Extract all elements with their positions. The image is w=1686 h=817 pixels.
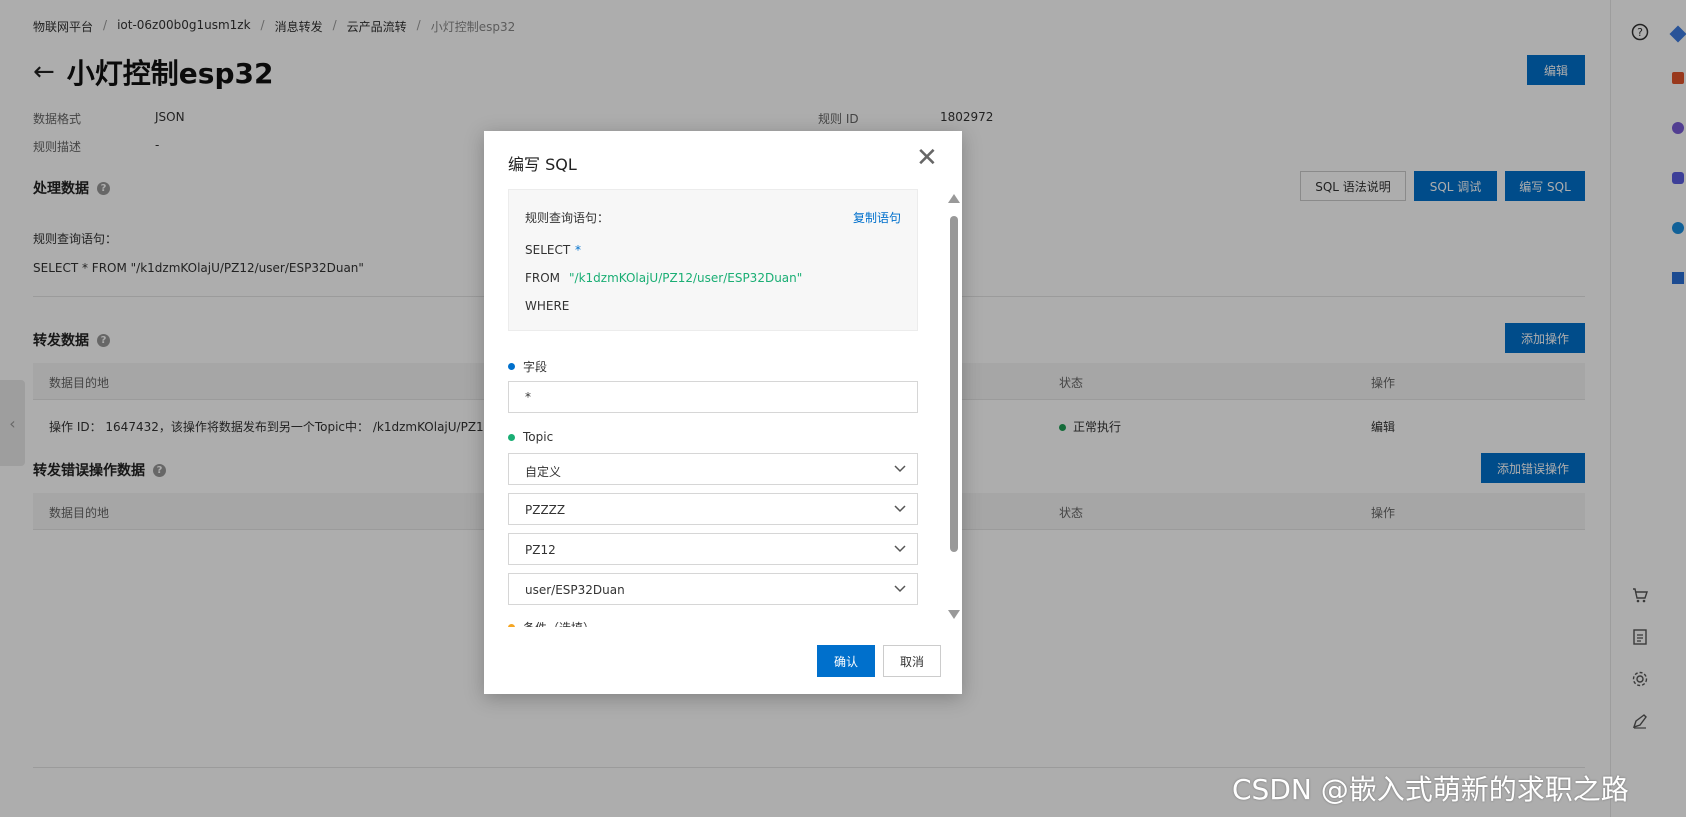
chevron-down-icon — [894, 545, 906, 553]
scroll-thumb[interactable] — [950, 216, 958, 552]
from-value: "/k1dzmKOlajU/PZ12/user/ESP32Duan" — [569, 271, 803, 285]
blue-bullet-icon — [508, 363, 515, 370]
select-value: PZ12 — [525, 543, 556, 557]
condition-section-label: 条件（选填） — [508, 619, 595, 627]
product-select[interactable]: PZZZZ — [508, 493, 918, 525]
condition-label-text: 条件（选填） — [523, 619, 595, 627]
dialog-scrollbar[interactable] — [947, 194, 961, 624]
watermark: CSDN @嵌入式萌新的求职之路 — [1232, 773, 1629, 806]
device-select[interactable]: PZ12 — [508, 533, 918, 565]
dialog-body: 规则查询语句： 复制语句 SELECT * FROM "/k1dzmKOlajU… — [508, 189, 924, 627]
chevron-down-icon — [894, 465, 906, 473]
dialog-title: 编写 SQL — [508, 155, 577, 174]
topic-section-label: Topic — [508, 430, 553, 444]
field-input[interactable]: * — [508, 381, 918, 413]
topic-label-text: Topic — [523, 430, 554, 444]
select-value: 自定义 — [525, 465, 562, 479]
select-value: PZZZZ — [525, 503, 566, 517]
chevron-down-icon — [894, 505, 906, 513]
topic-type-select[interactable]: 自定义 — [508, 453, 918, 485]
field-label-text: 字段 — [523, 360, 548, 374]
where-keyword: WHERE — [525, 299, 570, 313]
write-sql-dialog: 编写 SQL ✕ 规则查询语句： 复制语句 SELECT * FROM "/k1… — [484, 131, 962, 694]
chevron-down-icon — [894, 585, 906, 593]
select-value: user/ESP32Duan — [525, 583, 625, 597]
confirm-button[interactable]: 确认 — [817, 645, 875, 677]
green-bullet-icon — [508, 433, 515, 441]
scroll-down-arrow-icon[interactable] — [948, 610, 960, 619]
from-keyword: FROM — [525, 271, 561, 285]
copy-statement-link[interactable]: 复制语句 — [853, 209, 901, 226]
field-section-label: 字段 — [508, 358, 547, 375]
sql-preview-box: 规则查询语句： 复制语句 SELECT * FROM "/k1dzmKOlajU… — [508, 189, 918, 331]
select-keyword: SELECT — [525, 243, 571, 257]
select-value: * — [575, 243, 581, 257]
orange-bullet-icon — [508, 624, 515, 627]
scroll-up-arrow-icon[interactable] — [948, 194, 960, 203]
close-icon[interactable]: ✕ — [916, 145, 938, 171]
topic-path-select[interactable]: user/ESP32Duan — [508, 573, 918, 605]
sql-preview-label: 规则查询语句： — [525, 211, 610, 225]
cancel-button[interactable]: 取消 — [883, 645, 941, 677]
